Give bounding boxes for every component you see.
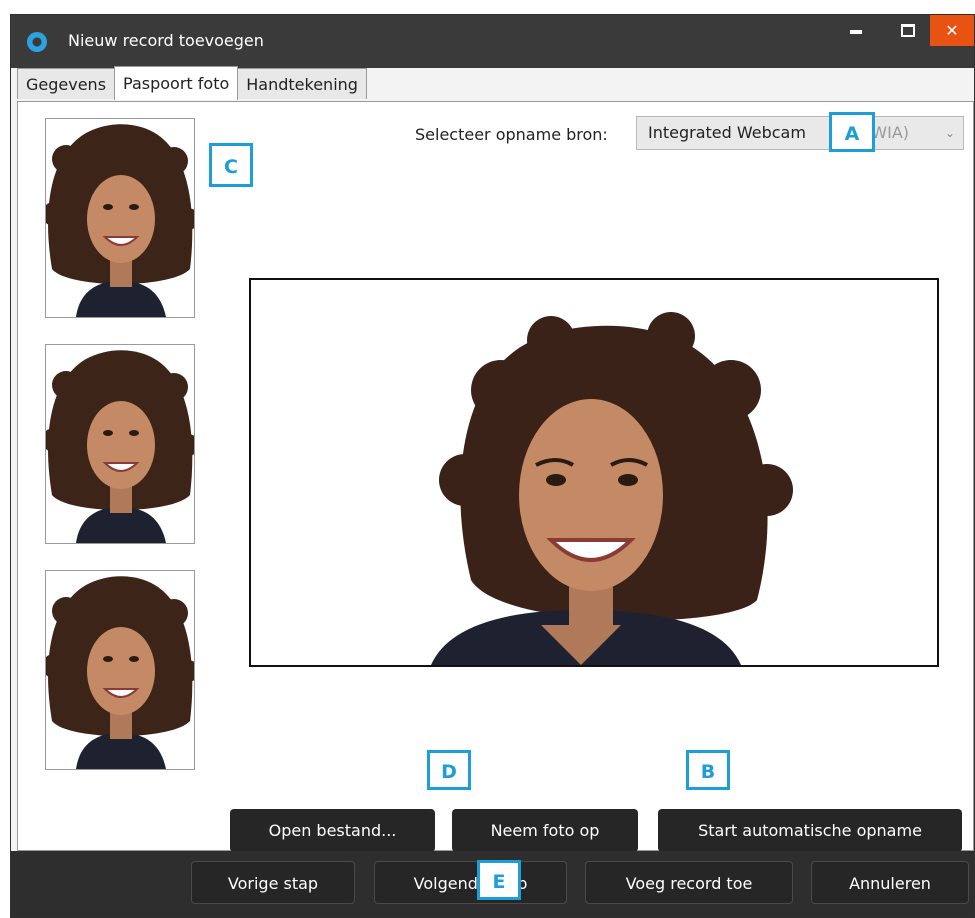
capture-source-select[interactable]: Integrated Webcam (WIA) ⌄ bbox=[636, 116, 964, 150]
minimize-icon bbox=[850, 30, 862, 34]
callout-d: D bbox=[427, 750, 471, 790]
camera-preview bbox=[249, 278, 939, 667]
take-photo-button[interactable]: Neem foto op bbox=[452, 809, 638, 852]
previous-step-button[interactable]: Vorige stap bbox=[191, 861, 355, 904]
callout-e: E bbox=[477, 860, 521, 900]
photo-thumbnail[interactable] bbox=[45, 570, 195, 770]
callout-b: B bbox=[686, 750, 730, 790]
title-bar: Nieuw record toevoegen ✕ bbox=[11, 15, 974, 68]
close-button[interactable]: ✕ bbox=[930, 15, 974, 46]
portrait-image bbox=[46, 119, 194, 317]
cancel-button[interactable]: Annuleren bbox=[811, 861, 969, 904]
callout-c: C bbox=[209, 143, 253, 187]
maximize-button[interactable] bbox=[887, 15, 929, 45]
maximize-icon bbox=[901, 23, 915, 37]
capture-source-value: Integrated Webcam bbox=[648, 123, 806, 142]
portrait-preview-image bbox=[251, 280, 937, 665]
portrait-image bbox=[46, 345, 194, 543]
chevron-down-icon: ⌄ bbox=[944, 126, 955, 140]
tab-gegevens[interactable]: Gegevens bbox=[17, 68, 116, 99]
tab-handtekening[interactable]: Handtekening bbox=[237, 68, 367, 99]
app-logo-icon bbox=[27, 32, 47, 52]
minimize-button[interactable] bbox=[835, 15, 877, 45]
callout-a: A bbox=[829, 112, 875, 152]
open-file-button[interactable]: Open bestand... bbox=[230, 809, 435, 852]
window-title: Nieuw record toevoegen bbox=[68, 31, 264, 50]
add-record-button[interactable]: Voeg record toe bbox=[585, 861, 793, 904]
photo-thumbnail[interactable] bbox=[45, 344, 195, 544]
auto-capture-button[interactable]: Start automatische opname bbox=[658, 809, 962, 852]
capture-source-label: Selecteer opname bron: bbox=[415, 125, 608, 144]
close-icon: ✕ bbox=[945, 21, 959, 40]
tab-paspoort-foto[interactable]: Paspoort foto bbox=[114, 66, 239, 100]
tab-content: Selecteer opname bron: Integrated Webcam… bbox=[17, 101, 974, 852]
next-step-button[interactable]: Volgende stap bbox=[374, 861, 567, 904]
tab-bar: Gegevens Paspoort foto Handtekening bbox=[17, 66, 367, 101]
portrait-image bbox=[46, 571, 194, 769]
photo-thumbnail[interactable] bbox=[45, 118, 195, 318]
